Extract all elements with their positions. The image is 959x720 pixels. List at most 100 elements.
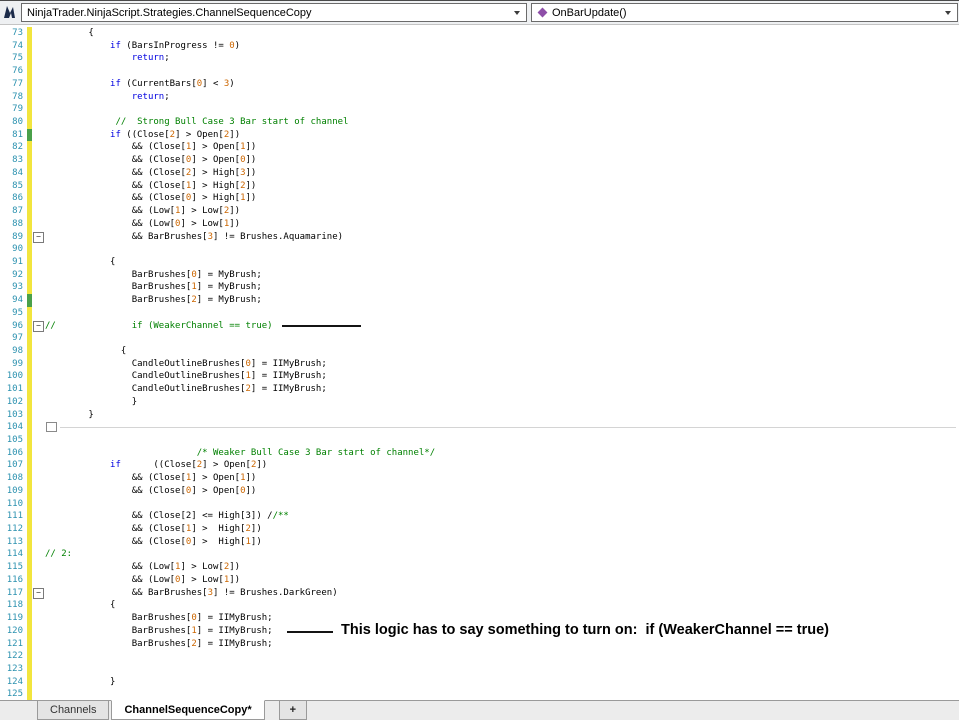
- fold-gutter: [32, 561, 45, 574]
- line-number: 93: [12, 282, 23, 293]
- code-line[interactable]: 114 // 2:: [0, 548, 959, 562]
- code-line[interactable]: 107 if ((Close[2] > Open[2]): [0, 459, 959, 473]
- line-number: 122: [6, 651, 23, 662]
- code-line[interactable]: 93 BarBrushes[1] = MyBrush;: [0, 281, 959, 295]
- line-number: 109: [6, 485, 23, 496]
- code-line[interactable]: 103 }: [0, 408, 959, 422]
- code-line[interactable]: 101 CandleOutlineBrushes[2] = IIMyBrush;: [0, 383, 959, 396]
- fold-gutter: [32, 78, 45, 91]
- code-line[interactable]: 112 && (Close[1] > High[2]): [0, 523, 959, 536]
- code-line[interactable]: 75 return;: [0, 52, 959, 66]
- code-line[interactable]: 116 && (Low[0] > Low[1]): [0, 573, 959, 587]
- code-line[interactable]: 118 {: [0, 599, 959, 613]
- code-line[interactable]: 120 BarBrushes[1] = IIMyBrush;: [0, 624, 959, 638]
- code-line[interactable]: 97: [0, 332, 959, 345]
- fold-gutter: [32, 358, 45, 371]
- code-line[interactable]: 102 }: [0, 395, 959, 409]
- code-line[interactable]: 111 && (Close[2] <= High[3]) //**: [0, 510, 959, 524]
- code-text: if (CurrentBars[0] < 3): [110, 78, 235, 89]
- code-line[interactable]: 122: [0, 650, 959, 663]
- code-line[interactable]: 94 BarBrushes[2] = MyBrush;: [0, 294, 959, 307]
- code-line[interactable]: 100 CandleOutlineBrushes[1] = IIMyBrush;: [0, 370, 959, 384]
- code-line[interactable]: 110: [0, 497, 959, 511]
- code-text: CandleOutlineBrushes[1] = IIMyBrush;: [45, 371, 327, 382]
- fold-gutter: [32, 523, 45, 536]
- line-number: 100: [6, 371, 23, 382]
- tab-channelsequencecopy[interactable]: ChannelSequenceCopy*: [111, 700, 265, 720]
- fold-gutter: [32, 281, 45, 294]
- code-line[interactable]: 78 return;: [0, 90, 959, 104]
- code-line[interactable]: 106 /* Weaker Bull Case 3 Bar start of c…: [0, 446, 959, 460]
- code-line[interactable]: 77 if (CurrentBars[0] < 3): [0, 77, 959, 91]
- code-text: /* Weaker Bull Case 3 Bar start of chann…: [196, 447, 436, 458]
- code-line[interactable]: 109 && (Close[0] > Open[0]): [0, 484, 959, 498]
- code-line[interactable]: 86 && (Close[0] > High[1]): [0, 192, 959, 206]
- code-line[interactable]: 105: [0, 434, 959, 447]
- line-number: 107: [6, 460, 23, 471]
- chevron-down-icon[interactable]: [514, 10, 520, 15]
- code-text: && BarBrushes[3] != Brushes.DarkGreen): [45, 587, 338, 598]
- line-number: 101: [6, 384, 23, 395]
- code-text: BarBrushes[1] = IIMyBrush;: [45, 625, 273, 636]
- type-selector-dropdown[interactable]: NinjaTrader.NinjaScript.Strategies.Chann…: [21, 3, 527, 22]
- code-line[interactable]: 123: [0, 662, 959, 676]
- code-line[interactable]: 92 BarBrushes[0] = MyBrush;: [0, 268, 959, 282]
- code-text: && (Low[0] > Low[1]): [45, 574, 241, 585]
- line-number: 76: [12, 66, 23, 77]
- fold-gutter: [32, 396, 45, 409]
- code-text: && (Low[0] > Low[1]): [45, 218, 241, 229]
- code-line[interactable]: 108 && (Close[1] > Open[1]): [0, 472, 959, 485]
- code-line[interactable]: 113 && (Close[0] > High[1]): [0, 535, 959, 549]
- fold-collapse-icon[interactable]: [32, 587, 45, 600]
- code-text: && (Close[0] > Open[0]): [45, 155, 257, 166]
- code-editor[interactable]: 73 {74 if (BarsInProgress != 0) 75 return…: [0, 25, 959, 700]
- code-line[interactable]: 82 && (Close[1] > Open[1]): [0, 141, 959, 155]
- line-number: 125: [6, 689, 23, 700]
- fold-gutter: [32, 536, 45, 549]
- line-number: 108: [6, 473, 23, 484]
- tab-channels[interactable]: Channels: [37, 701, 110, 720]
- code-line[interactable]: 76: [0, 65, 959, 78]
- code-line[interactable]: 90: [0, 243, 959, 256]
- code-line[interactable]: 91 {: [0, 255, 959, 269]
- code-line[interactable]: 88 && (Low[0] > Low[1]): [0, 217, 959, 231]
- code-line[interactable]: 119 BarBrushes[0] = IIMyBrush;: [0, 612, 959, 625]
- code-line[interactable]: 84 && (Close[2] > High[3]): [0, 166, 959, 180]
- code-text: // Strong Bull Case 3 Bar start of chann…: [115, 117, 349, 128]
- code-line[interactable]: 98 {: [0, 344, 959, 358]
- code-line[interactable]: 74 if (BarsInProgress != 0): [0, 39, 959, 53]
- fold-collapse-icon[interactable]: [32, 231, 45, 244]
- code-line[interactable]: 89 && BarBrushes[3] != Brushes.Aquamarin…: [0, 230, 959, 244]
- code-line[interactable]: 83 && (Close[0] > Open[0]): [0, 154, 959, 167]
- code-text: {: [45, 600, 116, 611]
- line-number: 95: [12, 307, 23, 318]
- code-line[interactable]: 79: [0, 103, 959, 117]
- code-line[interactable]: 85 && (Close[1] > High[2]): [0, 179, 959, 193]
- fold-gutter: [32, 650, 45, 663]
- code-line[interactable]: 87 && (Low[1] > Low[2]): [0, 205, 959, 218]
- line-number: 85: [12, 180, 23, 191]
- member-selector-dropdown[interactable]: OnBarUpdate(): [531, 3, 958, 22]
- code-line[interactable]: 81 if ((Close[2] > Open[2]): [0, 128, 959, 142]
- fold-gutter: [32, 243, 45, 256]
- line-number: 104: [6, 422, 23, 433]
- code-line[interactable]: 125: [0, 688, 959, 700]
- code-line[interactable]: 117 && BarBrushes[3] != Brushes.DarkGree…: [0, 586, 959, 600]
- chevron-down-icon[interactable]: [945, 10, 951, 15]
- code-line[interactable]: 99 CandleOutlineBrushes[0] = IIMyBrush;: [0, 357, 959, 371]
- code-line[interactable]: 124 }: [0, 675, 959, 689]
- code-line[interactable]: 121 BarBrushes[2] = IIMyBrush;: [0, 637, 959, 651]
- code-line[interactable]: 104: [0, 421, 959, 434]
- code-line[interactable]: 73 {: [0, 27, 959, 40]
- code-line[interactable]: 95: [0, 306, 959, 320]
- new-tab-button[interactable]: +: [278, 701, 308, 720]
- code-line[interactable]: 80 // Strong Bull Case 3 Bar start of ch…: [0, 116, 959, 129]
- code-line[interactable]: 115 && (Low[1] > Low[2]): [0, 561, 959, 574]
- fold-collapse-icon[interactable]: [32, 320, 45, 333]
- code-line[interactable]: 96 // if (WeakerChannel == true): [0, 319, 959, 333]
- code-text: }: [45, 676, 116, 687]
- fold-gutter: [32, 129, 45, 142]
